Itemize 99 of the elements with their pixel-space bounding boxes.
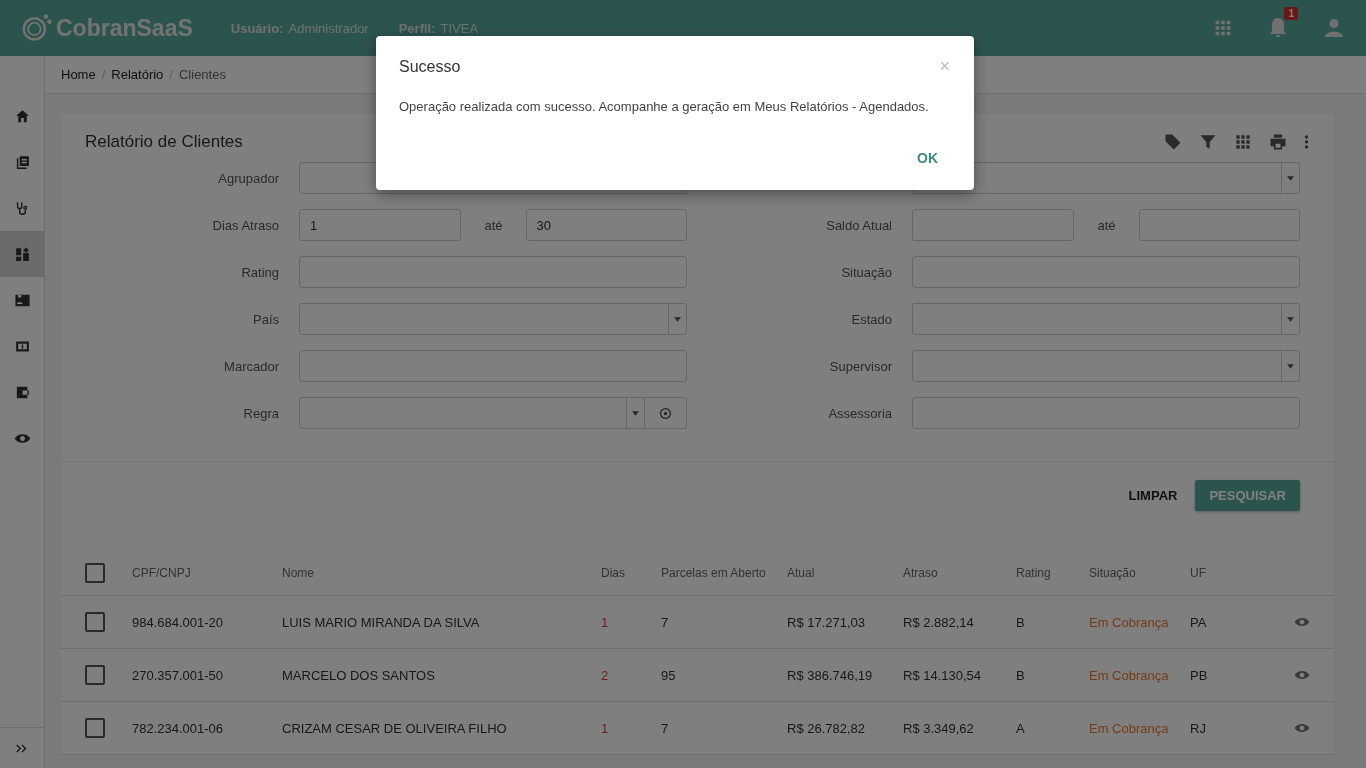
user-label: Usuário: bbox=[230, 20, 284, 36]
dashboard-icon bbox=[13, 245, 31, 263]
checkbox[interactable] bbox=[85, 563, 105, 583]
column-header: CPF/CNPJ bbox=[132, 566, 192, 580]
card-title: Relatório de Clientes bbox=[85, 132, 243, 152]
field-label: Saldo Atual bbox=[825, 217, 892, 233]
column-header: UF bbox=[1190, 566, 1207, 580]
breadcrumb-item[interactable]: Home bbox=[61, 67, 96, 82]
overdue-cell-text: R$ 14.130,54 bbox=[903, 667, 983, 683]
user-name: Administrador bbox=[288, 20, 369, 36]
cpf-cell-text: 270.357.001-50 bbox=[132, 667, 225, 683]
field-label: Dias Atraso bbox=[211, 217, 279, 233]
cpf-cell-text: 782.234.001-06 bbox=[132, 720, 225, 736]
column-header: Parcelas em Aberto bbox=[661, 566, 767, 580]
notification-badge: 1 bbox=[1284, 7, 1298, 20]
input-field[interactable] bbox=[299, 350, 687, 382]
range-separator: até bbox=[1096, 217, 1117, 233]
overdue-cell-text: R$ 3.349,62 bbox=[903, 720, 975, 736]
select-field[interactable] bbox=[912, 303, 1300, 335]
name-cell-text: MARCELO DOS SANTOS bbox=[282, 667, 436, 683]
caret-icon bbox=[1287, 175, 1294, 181]
installments-cell-text: 7 bbox=[661, 720, 670, 736]
breadcrumb-item: Clientes bbox=[178, 67, 226, 82]
breadcrumb-separator: / bbox=[101, 67, 106, 82]
column-header: Dias bbox=[601, 566, 626, 580]
more-icon[interactable] bbox=[1303, 132, 1310, 152]
caret-icon bbox=[1287, 363, 1294, 369]
days-cell-text: 2 bbox=[601, 667, 610, 683]
current-balance-cell-text: R$ 26.782,82 bbox=[787, 720, 867, 736]
column-header: Rating bbox=[1016, 566, 1052, 580]
name-cell-text: CRIZAM CESAR DE OLIVEIRA FILHO bbox=[282, 720, 508, 736]
current-balance-cell-text: R$ 17.271,03 bbox=[787, 614, 867, 630]
grid-icon[interactable] bbox=[1233, 132, 1253, 152]
state-cell-text: PA bbox=[1190, 614, 1208, 630]
input-field[interactable] bbox=[912, 209, 1074, 241]
home-icon bbox=[13, 107, 31, 125]
caret-icon bbox=[674, 316, 681, 322]
checkbox[interactable] bbox=[85, 665, 105, 685]
installments-cell-text: 95 bbox=[661, 667, 677, 683]
field-label: Regra bbox=[242, 405, 279, 421]
range-separator: até bbox=[483, 217, 504, 233]
dialog-title: Sucesso bbox=[399, 57, 461, 76]
tag-icon[interactable] bbox=[1163, 132, 1183, 152]
sidebar-item[interactable] bbox=[0, 231, 44, 277]
rating-cell-text: B bbox=[1016, 614, 1026, 630]
field-label: Agrupador bbox=[217, 170, 279, 186]
field-label: País bbox=[252, 311, 279, 327]
ok-button[interactable]: OK bbox=[907, 144, 948, 172]
print-icon[interactable] bbox=[1268, 132, 1288, 152]
input-field[interactable] bbox=[299, 256, 687, 288]
select-field[interactable] bbox=[912, 350, 1300, 382]
select-field[interactable] bbox=[299, 303, 687, 335]
input-field[interactable] bbox=[1138, 209, 1300, 241]
target-icon bbox=[659, 406, 672, 420]
rating-cell-text: A bbox=[1016, 720, 1026, 736]
state-cell-text: PB bbox=[1190, 667, 1209, 683]
filter-icon[interactable] bbox=[1198, 132, 1218, 152]
breadcrumb-separator: / bbox=[169, 67, 173, 82]
cpf-cell-text: 984.684.001-20 bbox=[132, 614, 225, 630]
rule-button[interactable] bbox=[645, 397, 687, 429]
checkbox[interactable] bbox=[85, 718, 105, 738]
input-field[interactable]: 30 bbox=[525, 209, 687, 241]
overdue-cell-text: R$ 2.882,14 bbox=[903, 614, 975, 630]
field-label: Assessoria bbox=[827, 405, 892, 421]
input-field[interactable] bbox=[912, 397, 1300, 429]
profile-label: Perfil: bbox=[398, 20, 436, 36]
input-field[interactable] bbox=[912, 256, 1300, 288]
status-cell-text: Em Cobrança bbox=[1089, 614, 1170, 630]
status-cell-text: Em Cobrança bbox=[1089, 720, 1170, 736]
field-label: Marcador bbox=[223, 358, 279, 374]
caret-icon bbox=[1287, 316, 1294, 322]
app-name: CobranSaaS bbox=[56, 14, 193, 42]
installments-cell-text: 7 bbox=[661, 614, 670, 630]
select-field[interactable] bbox=[299, 397, 645, 429]
checkbox[interactable] bbox=[85, 612, 105, 632]
contact-card-icon bbox=[13, 291, 31, 309]
expand-icon[interactable] bbox=[15, 742, 29, 754]
name-cell-text: LUIS MARIO MIRANDA DA SILVA bbox=[282, 614, 481, 630]
logo-icon bbox=[20, 13, 54, 43]
clear-button[interactable]: LIMPAR bbox=[1126, 480, 1180, 511]
field-label: Supervisor bbox=[828, 358, 892, 374]
caret-icon bbox=[632, 410, 639, 416]
column-header: Atual bbox=[787, 566, 816, 580]
breadcrumb-item[interactable]: Relatório bbox=[111, 67, 164, 82]
days-cell-text: 1 bbox=[601, 614, 610, 630]
column-header: Atraso bbox=[903, 566, 939, 580]
column-header: Nome bbox=[282, 566, 315, 580]
state-cell-text: RJ bbox=[1190, 720, 1207, 736]
profile-name: TIVEA bbox=[440, 20, 479, 36]
dialog-message: Operação realizada com sucesso. Acompanhe a geração em Meus Relatórios - Agendados. bbox=[399, 99, 930, 114]
input-field[interactable]: 1 bbox=[299, 209, 461, 241]
field-label: Situação bbox=[840, 264, 892, 280]
column-header: Situação bbox=[1089, 566, 1137, 580]
field-label: Estado bbox=[850, 311, 892, 327]
rating-cell-text: B bbox=[1016, 667, 1026, 683]
current-balance-cell-text: R$ 386.746,19 bbox=[787, 667, 874, 683]
status-cell-text: Em Cobrança bbox=[1089, 667, 1170, 683]
days-cell-text: 1 bbox=[601, 720, 610, 736]
field-label: Rating bbox=[240, 264, 279, 280]
